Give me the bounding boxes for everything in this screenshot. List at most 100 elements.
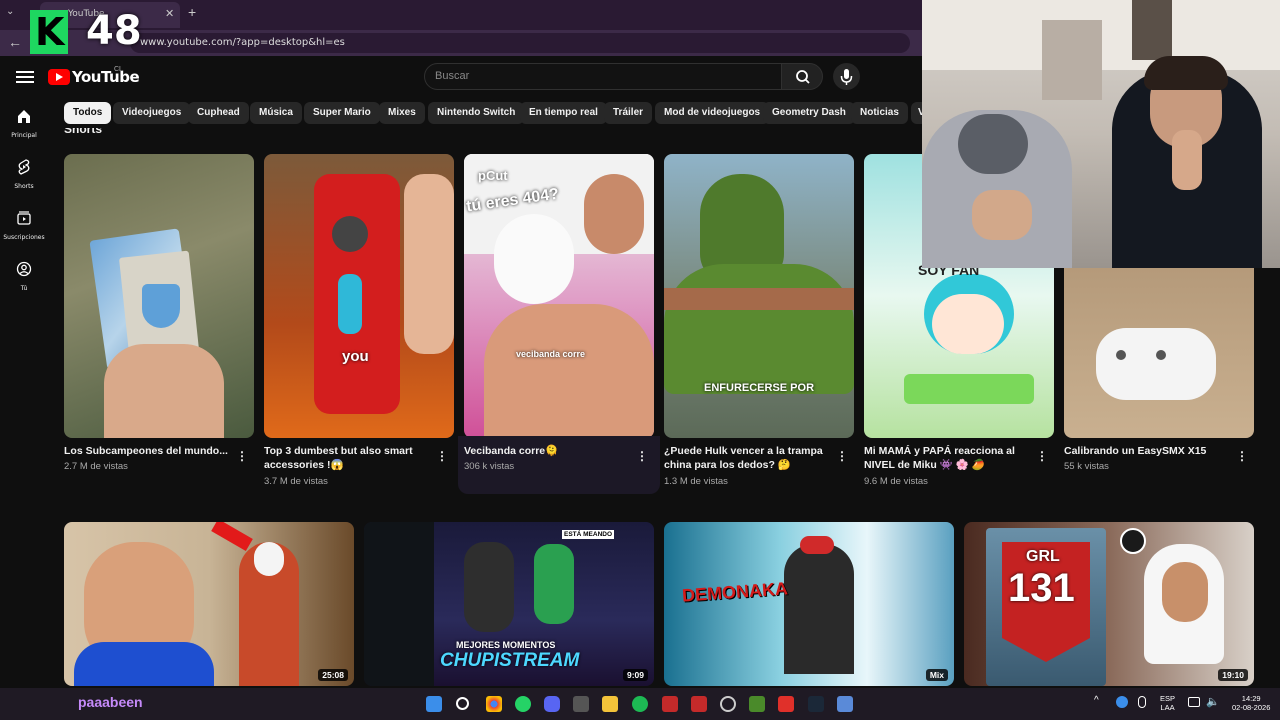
taskbar-search-icon[interactable] [456, 697, 469, 710]
obs-icon[interactable] [720, 696, 736, 712]
more-options-icon[interactable]: ⋮ [1036, 449, 1048, 463]
short-title[interactable]: Mi MAMÁ y PAPÁ reacciona al NIVEL de Mik… [864, 444, 1034, 472]
chip-en-tiempo-real[interactable]: En tiempo real [520, 102, 607, 124]
video-overlay-title: CHUPISTREAM [440, 650, 580, 671]
tray-mic-icon[interactable] [1138, 696, 1146, 708]
search-input[interactable]: Buscar [424, 63, 782, 90]
video-duration: Mix [925, 669, 948, 681]
search-icon [796, 70, 810, 84]
short-views: 3.7 M de vistas [264, 476, 328, 487]
chip-cuphead[interactable]: Cuphead [188, 102, 249, 124]
discord-icon[interactable] [544, 696, 560, 712]
lang-code: ESP [1160, 694, 1176, 703]
short-title[interactable]: Los Subcampeones del mundo... [64, 444, 234, 458]
chip-super-mario[interactable]: Super Mario [304, 102, 380, 124]
chip-mixes[interactable]: Mixes [379, 102, 425, 124]
chip-nintendo-switch[interactable]: Nintendo Switch [428, 102, 525, 124]
keyboard-language[interactable]: ESP LAA [1160, 694, 1175, 712]
video-thumbnail[interactable]: 25:08 [64, 522, 354, 686]
spotify-icon[interactable] [632, 696, 648, 712]
short-thumbnail[interactable]: you [264, 154, 454, 438]
chip-videojuegos[interactable]: Videojuegos [113, 102, 191, 124]
chrome-icon[interactable] [486, 696, 502, 712]
subscriptions-icon [17, 211, 31, 225]
sidebar-item-label: Principal [11, 132, 37, 139]
app-icon[interactable] [662, 696, 678, 712]
tray-chevron-icon[interactable]: ^ [1094, 695, 1099, 706]
minecraft-icon[interactable] [749, 696, 765, 712]
short-thumbnail[interactable] [64, 154, 254, 438]
chip-todos[interactable]: Todos [64, 102, 112, 124]
new-tab-button[interactable]: + [188, 4, 196, 20]
app-icon[interactable] [573, 696, 589, 712]
more-options-icon[interactable]: ⋮ [236, 449, 248, 463]
short-title[interactable]: Top 3 dumbest but also smart accessories… [264, 444, 434, 472]
viewer-count: 48 [86, 8, 142, 54]
short-thumbnail[interactable]: pCut tú eres 404? vecibanda corre [464, 154, 654, 438]
short-views: 1.3 M de vistas [664, 476, 728, 487]
kick-logo-letter: K [35, 10, 65, 54]
short-views: 55 k vistas [1064, 461, 1109, 472]
windows-start-icon[interactable] [426, 696, 442, 712]
tray-app-icon[interactable] [1116, 696, 1128, 708]
short-title[interactable]: Calibrando un EasySMX X15 [1064, 444, 1234, 458]
network-icon[interactable] [1188, 697, 1200, 707]
short-thumbnail[interactable]: ENFURECERSE POR [664, 154, 854, 438]
chip-trailer[interactable]: Tráiler [604, 102, 653, 124]
url-field[interactable]: www.youtube.com/?app=desktop&hl=es [130, 33, 910, 53]
youtube-logo-icon[interactable] [48, 69, 70, 85]
sidebar-item-home[interactable]: Principal [0, 108, 48, 139]
clock-time: 14:29 [1241, 694, 1261, 703]
chip-geometry-dash[interactable]: Geometry Dash [763, 102, 855, 124]
chip-musica[interactable]: Música [250, 102, 302, 124]
video-overlay-rating: 131 [1008, 566, 1075, 610]
back-arrow-icon[interactable]: ← [8, 34, 22, 50]
country-code: CL [114, 66, 123, 73]
file-explorer-icon[interactable] [602, 696, 618, 712]
volume-icon[interactable]: 🔈 [1206, 695, 1220, 708]
more-options-icon[interactable]: ⋮ [836, 449, 848, 463]
microphone-icon [840, 69, 853, 85]
youtube-wordmark[interactable]: YouTube [72, 68, 140, 86]
sidebar-item-label: Suscripciones [3, 234, 45, 241]
app-icon[interactable] [837, 696, 853, 712]
short-overlay-text: ENFURECERSE POR [704, 382, 815, 394]
more-options-icon[interactable]: ⋮ [436, 449, 448, 463]
tab-list-icon[interactable]: ⌄ [6, 6, 14, 17]
kick-logo: K [30, 10, 68, 54]
video-overlay-rating-label: GRL [1026, 548, 1060, 565]
short-overlay-watermark: pCut [478, 168, 508, 183]
chip-mod-videojuegos[interactable]: Mod de videojuegos [655, 102, 770, 124]
chip-noticias[interactable]: Noticias [851, 102, 908, 124]
video-duration: 25:08 [318, 669, 348, 681]
layout-code: LAA [1160, 703, 1175, 712]
sidebar-item-label: Tú [20, 285, 28, 292]
short-title[interactable]: ¿Puede Hulk vencer a la trampa china par… [664, 444, 834, 472]
short-overlay-text: you [342, 348, 369, 365]
system-clock[interactable]: 14:29 02-08-2026 [1232, 694, 1270, 712]
short-views: 306 k vistas [464, 461, 515, 472]
steam-icon[interactable] [808, 696, 824, 712]
clock-date: 02-08-2026 [1232, 703, 1271, 712]
video-thumbnail[interactable]: ESTÁ MEANDO MEJORES MOMENTOS CHUPISTREAM… [364, 522, 654, 686]
hamburger-menu-icon[interactable] [16, 68, 34, 84]
shorts-icon [18, 159, 30, 175]
streamer-name: paaabeen [78, 694, 143, 710]
more-options-icon[interactable]: ⋮ [636, 449, 648, 463]
app-icon[interactable] [691, 696, 707, 712]
short-title[interactable]: Vecibanda corre🫠 [464, 444, 634, 458]
search-button[interactable] [781, 63, 823, 90]
more-options-icon[interactable]: ⋮ [1236, 449, 1248, 463]
video-thumbnail[interactable]: GRL 131 19:10 [964, 522, 1254, 686]
voice-search-button[interactable] [833, 63, 860, 90]
sidebar-item-subscriptions[interactable]: Suscripciones [0, 210, 48, 241]
video-overlay-subtitle: MEJORES MOMENTOS [456, 640, 556, 650]
sidebar-item-shorts[interactable]: Shorts [0, 159, 48, 190]
tab-close-icon[interactable]: ✕ [165, 7, 174, 20]
app-icon[interactable] [778, 696, 794, 712]
whatsapp-icon[interactable] [515, 696, 531, 712]
webcam-overlay [922, 0, 1280, 268]
video-thumbnail[interactable]: DEMONAKA Mix [664, 522, 954, 686]
sidebar-item-you[interactable]: Tú [0, 261, 48, 292]
short-views: 9.6 M de vistas [864, 476, 928, 487]
